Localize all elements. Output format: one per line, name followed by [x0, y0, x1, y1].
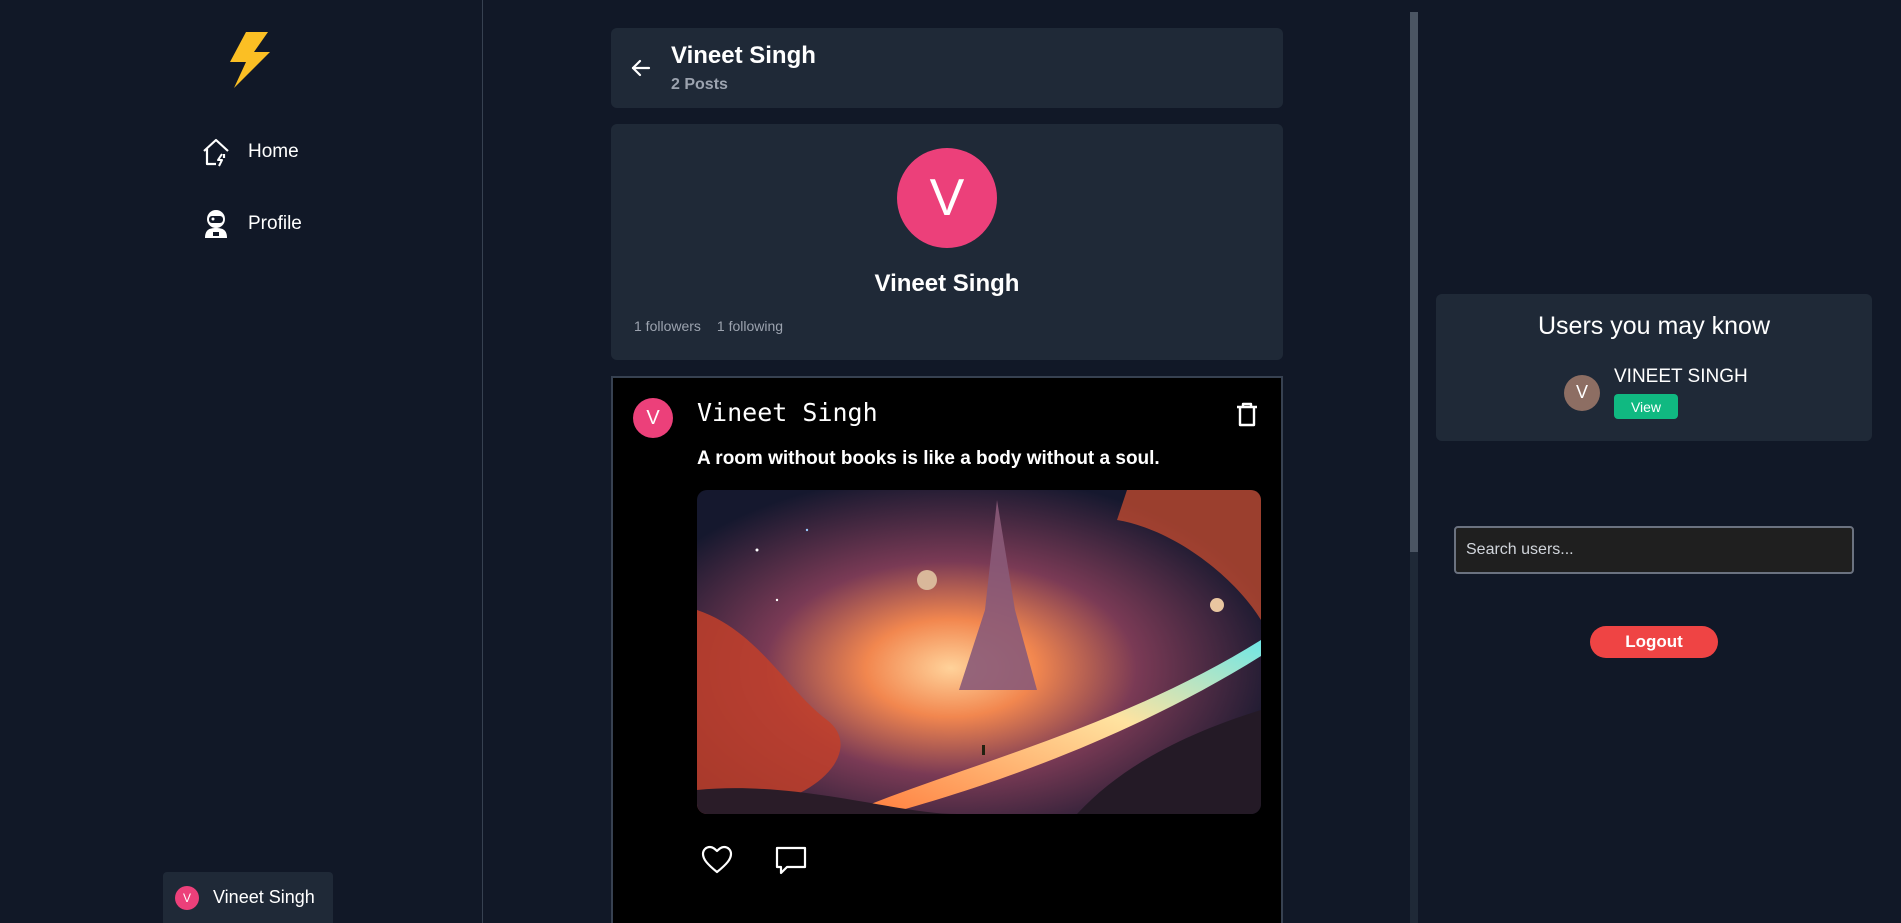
follow-stats: 1 followers 1 following	[634, 318, 783, 334]
following-count[interactable]: 1 following	[717, 318, 783, 334]
post-count: 2 Posts	[671, 76, 728, 93]
profile-header: Vineet Singh 2 Posts	[611, 28, 1283, 108]
post-text: A room without books is like a body with…	[697, 448, 1160, 469]
lightning-logo-icon[interactable]	[224, 32, 274, 88]
suggested-users-title: Users you may know	[1537, 312, 1771, 340]
nav-home-label: Home	[248, 141, 299, 162]
post-card: V Vineet Singh A room without books is l…	[611, 376, 1283, 923]
heart-icon[interactable]	[699, 842, 735, 878]
current-user-chip[interactable]: V Vineet Singh	[163, 872, 333, 923]
arrow-left-icon[interactable]	[627, 54, 655, 82]
current-user-name: Vineet Singh	[213, 887, 315, 907]
nav-profile[interactable]: Profile	[196, 204, 306, 244]
profile-name: Vineet Singh	[874, 270, 1020, 297]
suggested-users-panel: Users you may know V VINEET SINGH View	[1436, 294, 1872, 441]
suggested-user-name: VINEET SINGH	[1614, 366, 1748, 387]
scrollbar-thumb[interactable]	[1410, 12, 1418, 552]
view-user-button[interactable]: View	[1614, 394, 1678, 419]
left-sidebar: Home Profile V Vineet Singh	[0, 0, 483, 923]
astronaut-icon	[205, 210, 227, 238]
page-title: Vineet Singh	[671, 42, 816, 69]
profile-card: V Vineet Singh 1 followers 1 following	[611, 124, 1283, 360]
nav-profile-label: Profile	[248, 213, 302, 234]
scrollbar[interactable]	[1410, 12, 1418, 923]
post-author-avatar[interactable]: V	[633, 398, 673, 438]
logout-button[interactable]: Logout	[1590, 626, 1718, 658]
post-author-name[interactable]: Vineet Singh	[697, 398, 878, 427]
space-landscape-image	[697, 490, 1261, 814]
comment-icon[interactable]	[773, 842, 809, 878]
nav-home[interactable]: Home	[196, 132, 303, 172]
trash-icon[interactable]	[1233, 400, 1261, 428]
search-input[interactable]	[1454, 526, 1854, 574]
profile-avatar: V	[897, 148, 997, 248]
list-item: V VINEET SINGH View	[1564, 366, 1748, 419]
home-icon	[203, 138, 229, 167]
avatar: V	[1564, 374, 1600, 411]
avatar: V	[175, 885, 199, 910]
followers-count[interactable]: 1 followers	[634, 318, 701, 334]
